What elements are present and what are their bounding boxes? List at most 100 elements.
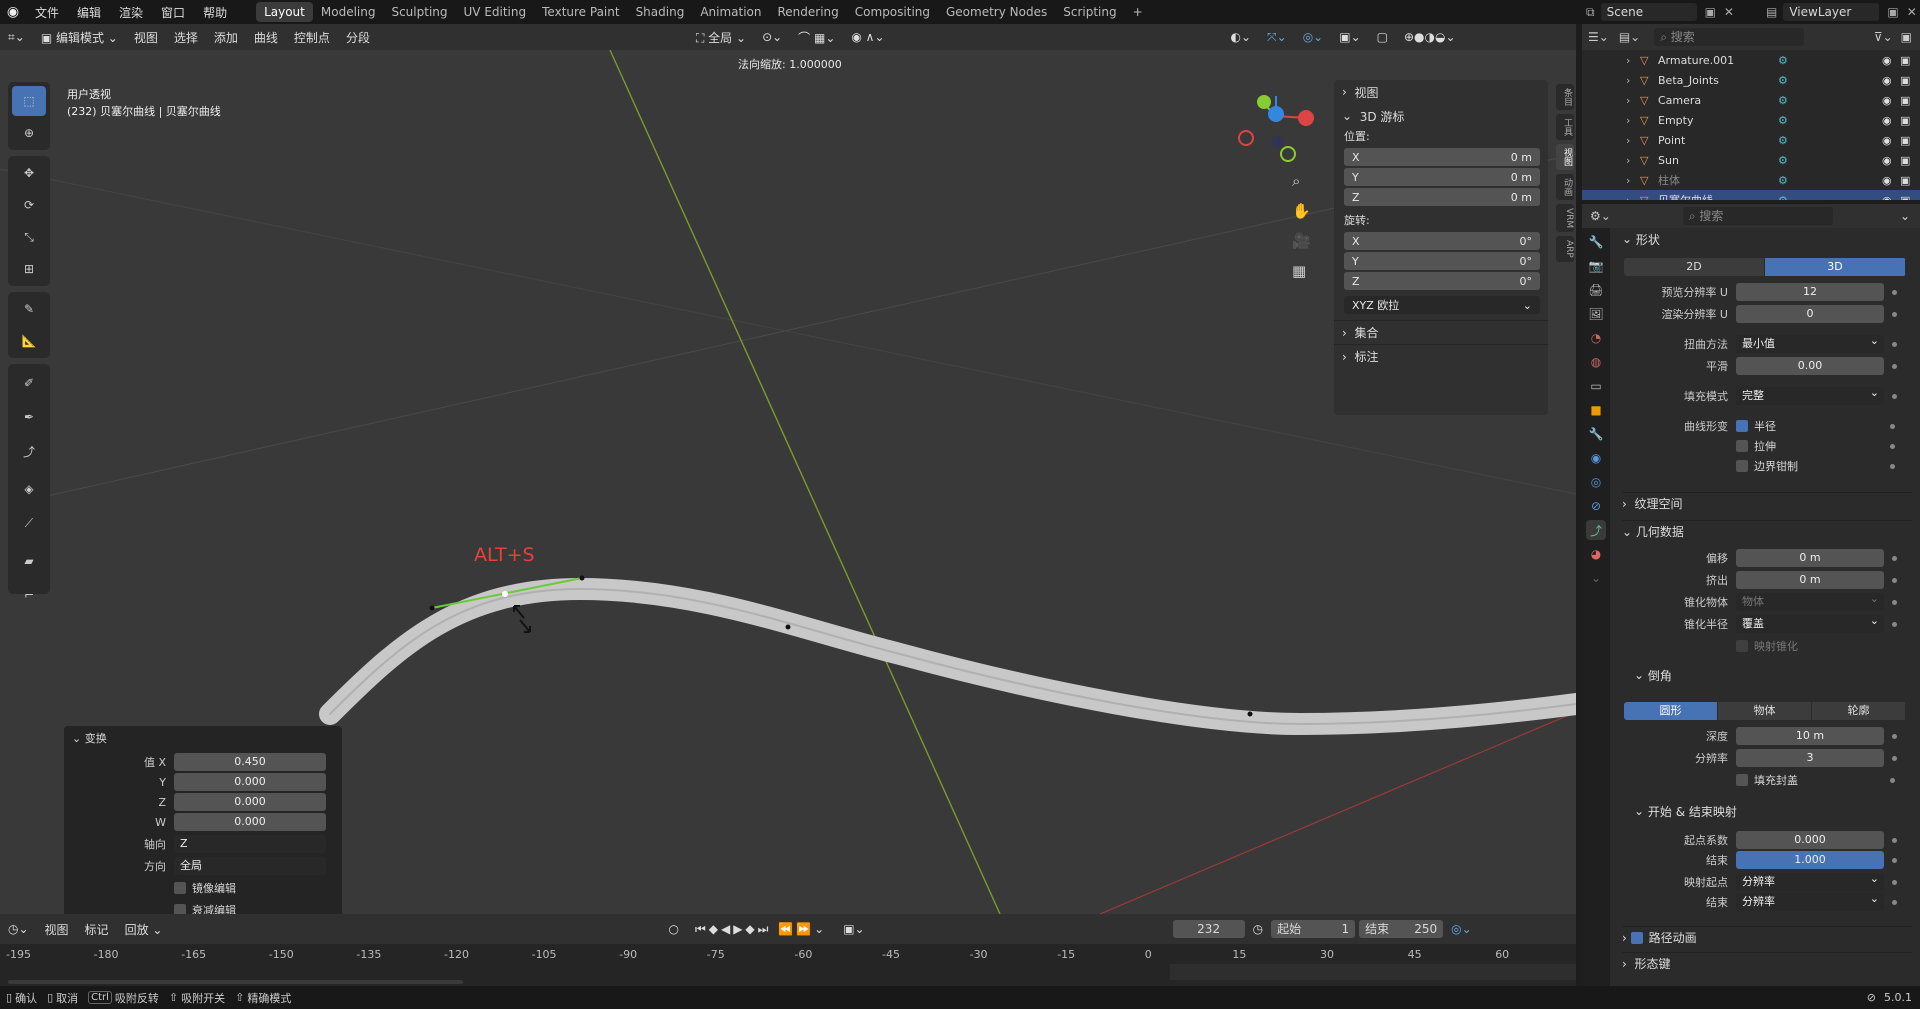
remove-view-layer-icon[interactable]: ✕ [1907,5,1917,19]
tab-geometry-nodes[interactable]: Geometry Nodes [938,2,1055,22]
outliner-search-input[interactable]: ⌕ 搜索 [1654,28,1805,46]
timeline-menu-view[interactable]: 视图 [37,921,77,938]
radius-tool[interactable]: ◈ [12,474,46,504]
visibility-eye-icon[interactable]: ◉ [1882,94,1900,107]
scale-tool[interactable]: ⤡ [12,222,46,252]
expand-arrow-icon[interactable]: › [1626,94,1640,107]
gizmo-toggle-icon[interactable]: ⤧⌄ [1259,30,1295,45]
path-animation-checkbox[interactable] [1630,931,1643,944]
render-camera-icon[interactable]: ▣ [1900,94,1920,107]
map-taper-checkbox[interactable] [1736,640,1748,652]
dimensions-3d-button[interactable]: 3D [1765,258,1906,276]
texture-tab-icon[interactable]: ⌄ [1586,568,1606,588]
timeline-ruler[interactable]: -195 -180 -165 -150 -135 -120 -105 -90 -75 -60 -45… [0,944,1576,964]
dimensions-2d-button[interactable]: 2D [1624,258,1765,276]
visibility-eye-icon[interactable]: ◉ [1882,174,1900,187]
scene-name-field[interactable]: Scene [1600,3,1697,21]
map-end-dropdown[interactable]: 分辨率 [1736,890,1884,911]
visibility-eye-icon[interactable]: ◉ [1882,114,1900,127]
rotate-tool[interactable]: ⟳ [12,190,46,220]
start-frame-field[interactable]: 起始 1 [1271,920,1356,938]
keyframe-dot-icon[interactable] [1892,311,1897,317]
cursor-location-y[interactable]: Y0 m [1344,168,1540,186]
transform-orientation-dropdown[interactable]: ⛶ 全局 ⌄ [688,29,754,46]
3d-viewport[interactable]: ⌗⌄ ▣ 编辑模式 ⌄ 视图 选择 添加 曲线 控制点 分段 ⛶ 全局 ⌄ ⊙⌄… [0,24,1576,914]
new-view-layer-icon[interactable]: ▣ [1887,5,1898,19]
menu-window[interactable]: 窗口 [152,4,194,21]
tab-sculpting[interactable]: Sculpting [383,2,455,22]
extrude-tool[interactable]: ⤴ [12,436,46,466]
cursor-tool[interactable]: ⊕ [12,118,46,148]
visibility-icon[interactable]: ◐⌄ [1223,30,1260,44]
cursor-location-x[interactable]: X0 m [1344,148,1540,166]
proportional-edit-icon[interactable]: ◉ ∧⌄ [843,30,892,44]
cursor-rotation-y[interactable]: Y 0° [1344,252,1540,270]
camera-view-icon[interactable]: 🎥 [1292,232,1311,250]
curve-data-tab-icon[interactable]: ⤴ [1586,520,1606,540]
preview-res-field[interactable]: 12 [1736,283,1884,301]
factor-end-field[interactable]: 1.000 [1736,851,1884,869]
tab-view[interactable]: 视图 [1556,144,1574,170]
visibility-eye-icon[interactable]: ◉ [1882,194,1900,201]
menu-help[interactable]: 帮助 [194,4,236,21]
keyframe-dot-icon[interactable] [1890,777,1895,783]
mirror-checkbox[interactable] [174,882,186,894]
mesh-edit-overlay-icon[interactable]: ▣⌄ [1331,30,1368,44]
keyframe-dot-icon[interactable] [1892,837,1897,843]
menu-add[interactable]: 添加 [206,29,246,46]
auto-keying-icon[interactable]: ○ [660,922,686,936]
blender-logo-icon[interactable]: ◉ [0,4,26,20]
fill-caps-checkbox[interactable] [1736,774,1748,786]
mode-dropdown[interactable]: ▣ 编辑模式 ⌄ [33,29,126,46]
twist-method-dropdown[interactable]: 最小值 [1736,332,1884,353]
keyframe-dot-icon[interactable] [1892,393,1897,399]
keyframe-dot-icon[interactable] [1892,733,1897,739]
cursor-rotation-x[interactable]: X 0° [1344,232,1540,250]
snap-icon[interactable]: ⌒ ▦⌄ [790,29,843,46]
view-layer-tab-icon[interactable]: 🖼 [1586,304,1606,324]
transform-tool[interactable]: ⊞ [12,254,46,284]
section-bevel[interactable]: ⌄ 倒角 [1634,664,1672,686]
expand-arrow-icon[interactable]: › [1626,74,1640,87]
annotate-tool[interactable]: ✎ [12,294,46,324]
keyframe-dot-icon[interactable] [1890,423,1895,429]
keyframe-dot-icon[interactable] [1892,899,1897,905]
tab-arp[interactable]: ARP [1556,236,1574,263]
smooth-field[interactable]: 0.00 [1736,357,1884,375]
expand-arrow-icon[interactable]: › [1626,194,1640,201]
visibility-eye-icon[interactable]: ◉ [1882,74,1900,87]
shear-tool[interactable]: ⌐ [12,580,46,610]
menu-render[interactable]: 渲染 [110,4,152,21]
tab-tool[interactable]: 工具 [1556,114,1574,140]
menu-edit[interactable]: 编辑 [68,4,110,21]
render-camera-icon[interactable]: ▣ [1900,114,1920,127]
tab-scripting[interactable]: Scripting [1055,2,1124,22]
menu-control-points[interactable]: 控制点 [286,29,338,46]
tab-item[interactable]: 条目 [1556,84,1574,110]
keyframe-dot-icon[interactable] [1890,463,1895,469]
timeline-menu-marker[interactable]: 标记 [77,921,117,938]
section-collection[interactable]: › 集合 [1334,320,1548,344]
current-frame-field[interactable]: 232 [1172,920,1245,938]
outliner-row[interactable]: › ▽ 柱体 ⚙ ◉ ▣ [1582,170,1920,190]
preview-range-icon[interactable]: ◷ [1245,922,1271,936]
visibility-eye-icon[interactable]: ◉ [1882,154,1900,167]
keyframe-dot-icon[interactable] [1892,555,1897,561]
view-layer-name-field[interactable]: ViewLayer [1783,3,1880,21]
section-view[interactable]: › 视图 [1334,80,1548,104]
expand-arrow-icon[interactable]: › [1626,114,1640,127]
tab-uv-editing[interactable]: UV Editing [456,2,535,22]
remove-scene-icon[interactable]: ✕ [1724,5,1734,19]
render-camera-icon[interactable]: ▣ [1900,134,1920,147]
outliner-row[interactable]: › ▽ Sun ⚙ ◉ ▣ [1582,150,1920,170]
new-scene-icon[interactable]: ▣ [1705,5,1716,19]
playback-dropdown[interactable]: 回放 ⌄ [117,921,171,938]
render-tab-icon[interactable]: 📷 [1586,256,1606,276]
last-operator-header[interactable]: ⌄ 变换 [64,726,342,750]
menu-view[interactable]: 视图 [126,29,166,46]
orientation-dropdown[interactable]: 全局 [174,857,326,875]
keyframe-dot-icon[interactable] [1890,443,1895,449]
timeline-editor-type-icon[interactable]: ◷⌄ [0,922,37,936]
menu-file[interactable]: 文件 [26,4,68,21]
expand-arrow-icon[interactable]: › [1626,54,1640,67]
